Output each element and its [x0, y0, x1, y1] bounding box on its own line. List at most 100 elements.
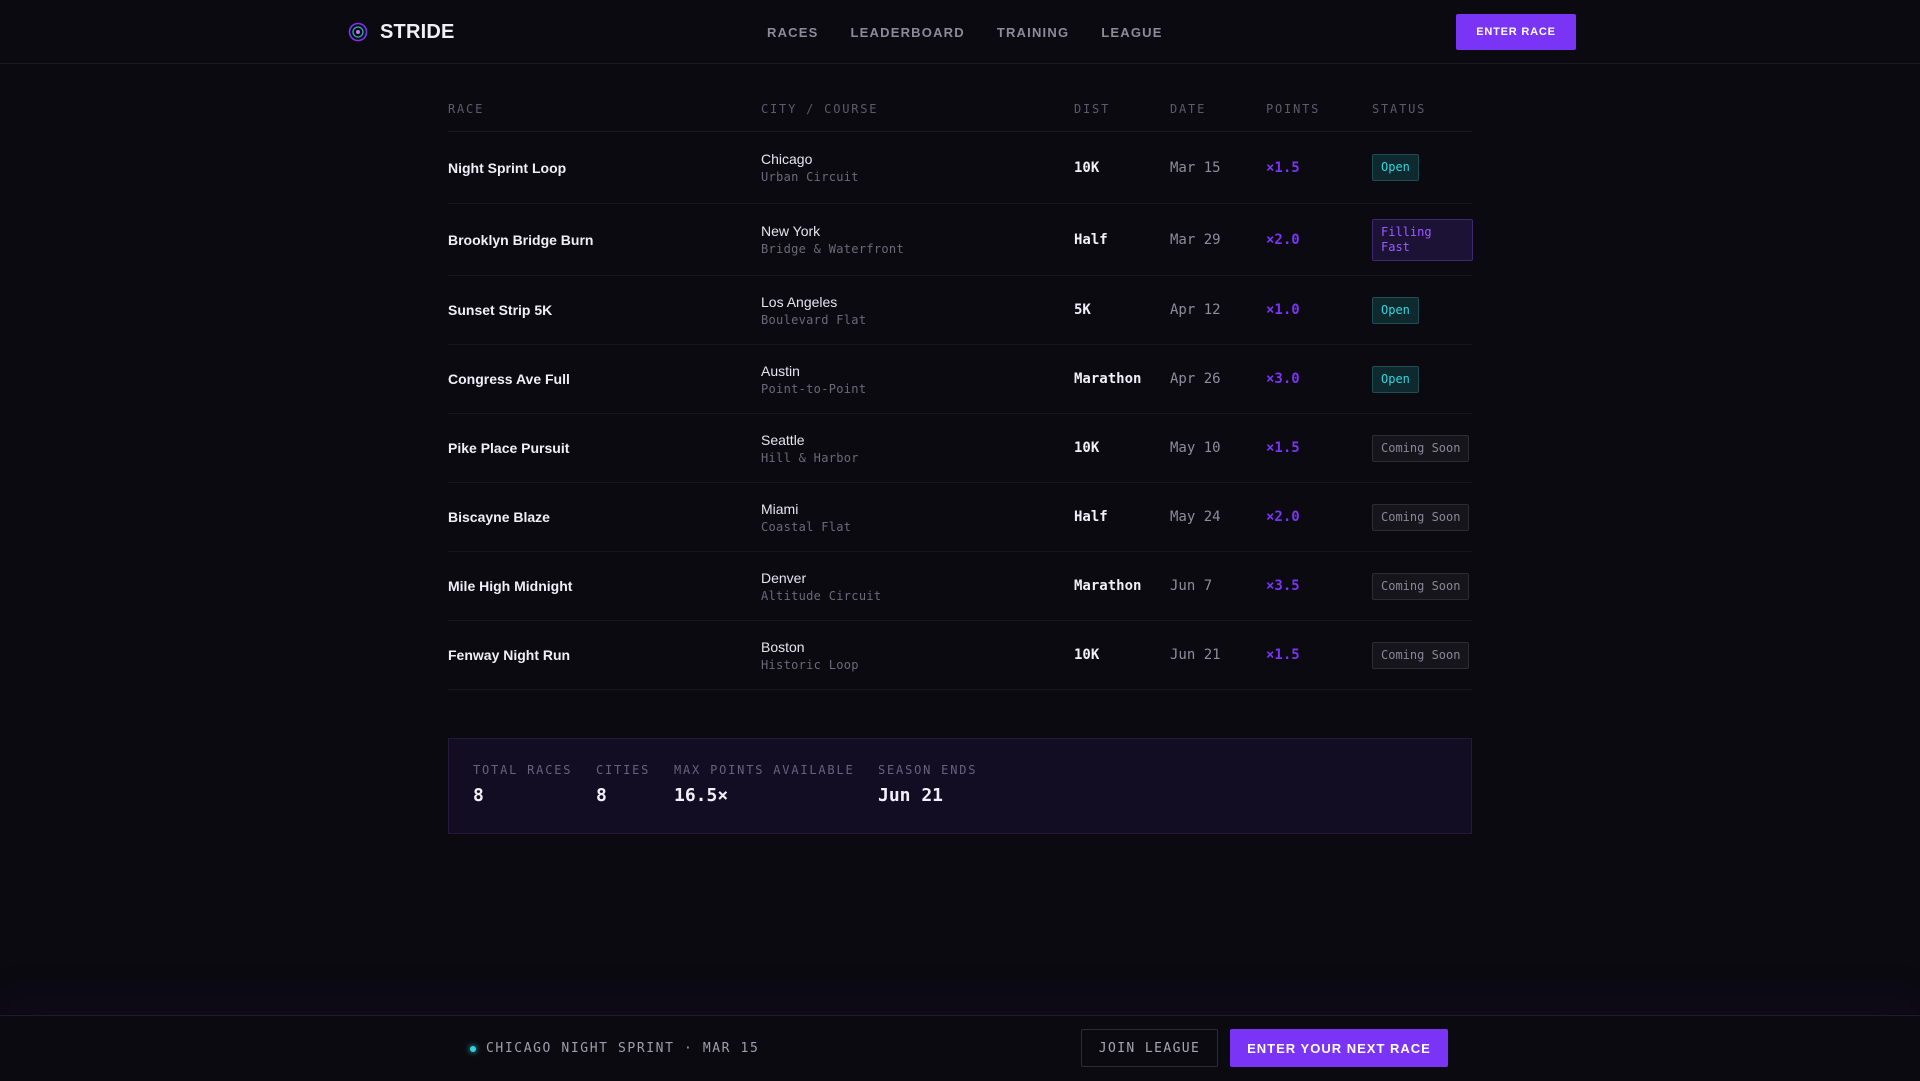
status-badge: Coming Soon [1372, 503, 1470, 531]
column-points: POINTS [1266, 102, 1321, 116]
nav-races[interactable]: RACES [767, 25, 819, 40]
race-city: Denver [761, 569, 807, 586]
race-course: Bridge & Waterfront [761, 242, 904, 256]
next-race-indicator: CHICAGO NIGHT SPRINT · MAR 15 [470, 1016, 759, 1081]
table-row[interactable]: Night Sprint Loop Chicago Urban Circuit 10K… [448, 132, 1472, 204]
column-status: STATUS [1372, 102, 1427, 116]
race-distance: Half [1074, 509, 1108, 525]
top-header: STRIDE RACES LEADERBOARD TRAINING LEAGUE… [0, 0, 1920, 64]
table-row[interactable]: Pike Place Pursuit Seattle Hill & Harbor 10… [448, 414, 1472, 483]
race-date: Apr 26 [1170, 371, 1221, 387]
status-badge: Coming Soon [1372, 434, 1470, 462]
race-distance: 10K [1074, 159, 1100, 176]
race-date: May 24 [1170, 509, 1221, 525]
race-course: Coastal Flat [761, 519, 852, 534]
enter-next-race-button[interactable]: ENTER YOUR NEXT RACE [1230, 1029, 1448, 1067]
race-distance: 10K [1074, 647, 1100, 663]
race-course: Hill & Harbor [761, 450, 859, 465]
stat-max-points: MAX POINTS AVAILABLE 16.5× [674, 763, 855, 806]
race-course: Boulevard Flat [761, 312, 867, 327]
main-nav: RACES LEADERBOARD TRAINING LEAGUE [767, 0, 1163, 64]
race-course: Historic Loop [761, 657, 859, 672]
race-course: Urban Circuit [761, 170, 859, 184]
race-date: Mar 29 [1170, 231, 1221, 248]
nav-league[interactable]: LEAGUE [1101, 25, 1162, 40]
status-badge: Open [1372, 365, 1419, 393]
table-header: RACE CITY / COURSE DIST DATE POINTS STAT… [448, 92, 1472, 132]
table-row[interactable]: Congress Ave Full Austin Point-to-Point Mar… [448, 345, 1472, 414]
stat-label: SEASON ENDS [878, 763, 978, 777]
table-body: Night Sprint Loop Chicago Urban Circuit 10K… [448, 132, 1473, 690]
brand[interactable]: STRIDE [348, 0, 455, 64]
race-date: Mar 15 [1170, 159, 1221, 176]
table-row[interactable]: Sunset Strip 5K Los Angeles Boulevard Flat… [448, 276, 1472, 345]
stat-value: 8 [596, 785, 607, 806]
race-date: May 10 [1170, 440, 1221, 456]
stat-total-races: TOTAL RACES 8 [473, 763, 572, 806]
race-distance: Half [1074, 231, 1108, 248]
race-course: Altitude Circuit [761, 588, 882, 603]
stat-label: TOTAL RACES [473, 763, 573, 777]
race-name[interactable]: Sunset Strip 5K [448, 302, 552, 318]
race-city: Chicago [761, 151, 813, 167]
race-distance: Marathon [1074, 578, 1142, 594]
race-city: New York [761, 223, 821, 239]
race-distance: Marathon [1074, 371, 1142, 387]
stat-label: MAX POINTS AVAILABLE [674, 763, 855, 777]
enter-race-button[interactable]: ENTER RACE [1456, 14, 1576, 50]
race-course: Point-to-Point [761, 381, 867, 396]
live-dot-icon [470, 1045, 476, 1052]
race-name[interactable]: Biscayne Blaze [448, 509, 550, 525]
race-points: ×1.5 [1266, 647, 1300, 663]
status-badge: Coming Soon [1372, 572, 1470, 600]
race-points: ×1.5 [1266, 159, 1300, 176]
race-points: ×3.0 [1266, 371, 1300, 387]
column-date: DATE [1170, 102, 1207, 116]
join-league-button[interactable]: JOIN LEAGUE [1081, 1029, 1218, 1067]
race-points: ×2.0 [1266, 231, 1300, 248]
stat-season-ends: SEASON ENDS Jun 21 [878, 763, 977, 806]
race-date: Apr 12 [1170, 302, 1221, 318]
table-row[interactable]: Mile High Midnight Denver Altitude Circuit… [448, 552, 1472, 621]
column-city-course: CITY / COURSE [761, 102, 879, 116]
race-points: ×3.5 [1266, 578, 1300, 594]
race-name[interactable]: Brooklyn Bridge Burn [448, 232, 593, 248]
stat-label: CITIES [596, 763, 651, 777]
target-logo-icon [348, 22, 368, 42]
stat-cities: CITIES 8 [596, 763, 650, 806]
race-city: Miami [761, 500, 799, 517]
stat-value: 16.5× [674, 785, 729, 806]
race-table: RACE CITY / COURSE DIST DATE POINTS STAT… [448, 92, 1473, 690]
race-city: Seattle [761, 431, 805, 448]
table-row[interactable]: Biscayne Blaze Miami Coastal Flat Half May 2… [448, 483, 1472, 552]
nav-leaderboard[interactable]: LEADERBOARD [851, 25, 965, 40]
footer-bar: CHICAGO NIGHT SPRINT · MAR 15 JOIN LEAGU… [0, 1015, 1920, 1080]
race-city: Los Angeles [761, 293, 838, 310]
table-row[interactable]: Brooklyn Bridge Burn New York Bridge & Wat… [448, 204, 1473, 276]
brand-name: STRIDE [380, 20, 455, 43]
column-dist: DIST [1074, 102, 1111, 116]
race-city: Austin [761, 362, 800, 379]
column-race: RACE [448, 102, 485, 116]
race-points: ×1.5 [1266, 440, 1300, 456]
race-points: ×1.0 [1266, 302, 1300, 318]
race-name[interactable]: Congress Ave Full [448, 371, 570, 387]
race-name[interactable]: Fenway Night Run [448, 647, 570, 663]
race-distance: 5K [1074, 302, 1091, 318]
stat-value: 8 [473, 785, 484, 806]
next-race-text: CHICAGO NIGHT SPRINT · MAR 15 [486, 1041, 760, 1056]
race-distance: 10K [1074, 440, 1100, 456]
race-date: Jun 7 [1170, 578, 1213, 594]
race-name[interactable]: Night Sprint Loop [448, 160, 566, 176]
race-name[interactable]: Mile High Midnight [448, 578, 572, 594]
race-points: ×2.0 [1266, 509, 1300, 525]
season-stats: TOTAL RACES 8 CITIES 8 MAX POINTS AVAILA… [448, 738, 1472, 834]
race-city: Boston [761, 638, 805, 655]
status-badge: Open [1372, 296, 1419, 324]
race-date: Jun 21 [1170, 647, 1221, 663]
stat-value: Jun 21 [878, 785, 944, 806]
table-row[interactable]: Fenway Night Run Boston Historic Loop 10K Ju… [448, 621, 1472, 690]
nav-training[interactable]: TRAINING [997, 25, 1069, 40]
status-badge: Open [1372, 154, 1419, 181]
race-name[interactable]: Pike Place Pursuit [448, 440, 569, 456]
